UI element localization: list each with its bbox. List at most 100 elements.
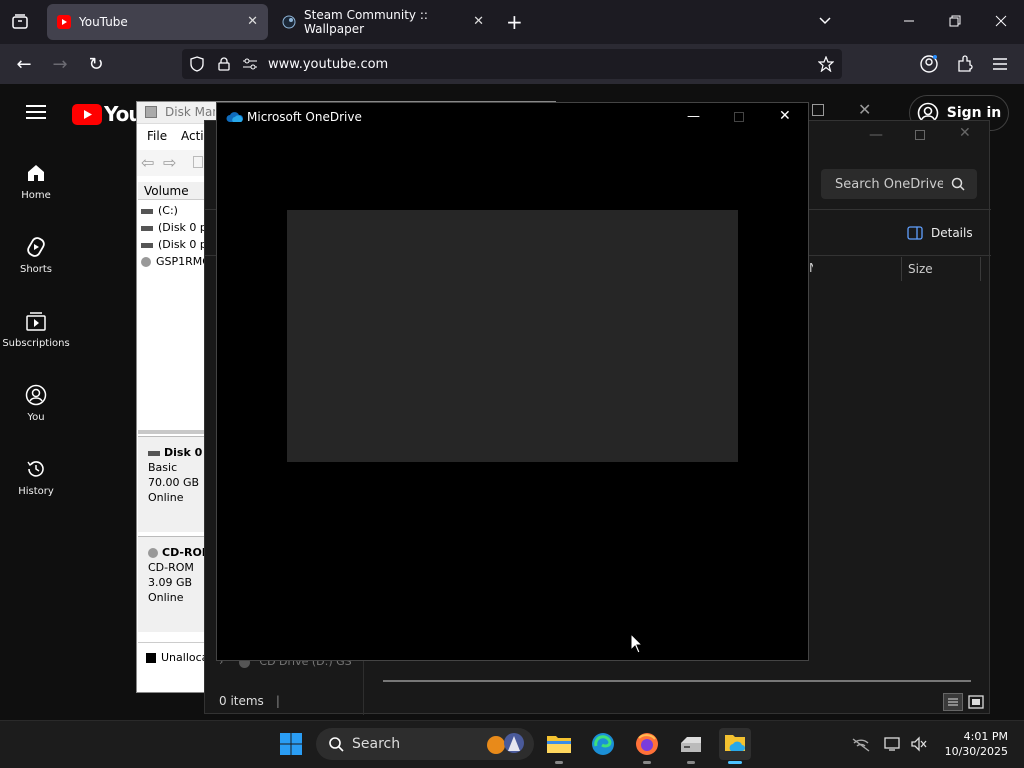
taskbar-disk-management[interactable]: [675, 728, 707, 764]
minimize-icon[interactable]: [902, 13, 916, 32]
network-disconnected-icon[interactable]: [852, 737, 870, 756]
tiles-view-icon[interactable]: [967, 693, 985, 711]
onedrive-window: Microsoft OneDrive — ✕: [216, 102, 809, 661]
disk-type: CD-ROM: [148, 561, 194, 574]
youtube-favicon-icon: [57, 15, 71, 29]
tab-youtube[interactable]: YouTube ✕: [47, 4, 268, 40]
onedrive-minimize-icon[interactable]: —: [687, 109, 700, 124]
you-icon: [25, 384, 47, 406]
taskbar-onedrive-setup[interactable]: [719, 728, 751, 764]
home-icon: [28, 165, 44, 181]
disk-mgmt-title: Disk Management: [165, 105, 215, 119]
sidebar-item-subscriptions[interactable]: Subscriptions: [0, 310, 72, 349]
new-tab-icon[interactable]: +: [506, 12, 523, 32]
sidebar-item-you[interactable]: You: [0, 384, 72, 423]
column-name[interactable]: Name: [809, 261, 813, 275]
details-pane-button[interactable]: Details: [907, 226, 973, 240]
volume-row[interactable]: (Disk 0 partition 4): [141, 236, 207, 253]
onedrive-maximize-icon: [734, 112, 744, 122]
disk-mgmt-close-icon[interactable]: ✕: [858, 100, 871, 119]
clock-date: 10/30/2025: [944, 745, 1008, 758]
start-button[interactable]: [275, 728, 307, 760]
search-label: Search: [352, 736, 401, 752]
forward-arrow-icon[interactable]: ⇨: [163, 153, 176, 172]
disk-management-icon: [681, 737, 701, 752]
drive-icon: [141, 208, 153, 214]
disk-0-label[interactable]: Disk 0 Basic 70.00 GB Online: [138, 436, 206, 532]
folder-icon: [547, 736, 571, 753]
browser-tab-bar: YouTube ✕ Steam Community :: Wallpaper ✕…: [0, 0, 1024, 44]
onedrive-close-icon[interactable]: ✕: [779, 108, 791, 124]
subscriptions-icon: [26, 312, 46, 331]
onedrive-cloud-icon: [226, 112, 244, 122]
shorts-icon: [27, 237, 45, 257]
close-tab-icon[interactable]: ✕: [473, 14, 484, 29]
details-pane-icon: [907, 226, 923, 240]
nav-pane-divider: [363, 661, 364, 715]
explorer-maximize-icon[interactable]: [915, 130, 925, 140]
search-icon: [951, 177, 965, 191]
back-arrow-icon[interactable]: ⇦: [141, 153, 154, 172]
taskbar-edge[interactable]: [587, 728, 619, 760]
taskbar-firefox[interactable]: [631, 728, 663, 764]
sidebar-item-shorts[interactable]: Shorts: [0, 236, 72, 275]
account-icon[interactable]: [920, 55, 938, 77]
explorer-search-box[interactable]: Search OneDrive: [821, 169, 977, 199]
tab-list-icon[interactable]: [10, 12, 30, 32]
url-bar[interactable]: www.youtube.com: [182, 49, 842, 79]
close-window-icon[interactable]: [994, 13, 1008, 32]
onedrive-titlebar[interactable]: Microsoft OneDrive — ✕: [217, 103, 808, 131]
cdrom-0-label[interactable]: CD-ROM 0 CD-ROM 3.09 GB Online: [138, 536, 206, 632]
column-volume[interactable]: Volume: [138, 182, 208, 200]
volume-muted-icon[interactable]: [910, 736, 928, 756]
pane-splitter[interactable]: [138, 430, 208, 434]
volume-row[interactable]: (C:): [141, 202, 207, 219]
column-size-label: Size: [908, 262, 933, 276]
sidebar-item-label: Home: [21, 190, 51, 201]
reload-icon[interactable]: ↻: [84, 52, 108, 76]
list-all-tabs-icon[interactable]: [818, 13, 832, 32]
menu-action[interactable]: Action: [181, 129, 205, 143]
search-highlight-icon: [484, 731, 530, 757]
system-clock[interactable]: 4:01 PM 10/30/2025: [940, 729, 1008, 759]
menu-file[interactable]: File: [147, 129, 167, 143]
explorer-close-icon[interactable]: ✕: [959, 125, 971, 141]
volume-row[interactable]: GSP1RMCENXFRER_EN_DVD: [141, 253, 207, 270]
properties-icon[interactable]: [193, 156, 203, 168]
taskbar-file-explorer[interactable]: [543, 728, 575, 764]
running-indicator: [643, 761, 651, 764]
tab-steam[interactable]: Steam Community :: Wallpaper ✕: [272, 4, 494, 40]
forward-icon[interactable]: →: [48, 52, 72, 76]
guide-menu-icon[interactable]: [26, 104, 46, 124]
column-size[interactable]: Size: [901, 257, 981, 281]
disk-size: 70.00 GB: [148, 476, 200, 489]
sidebar-item-history[interactable]: History: [0, 458, 72, 497]
edge-icon: [592, 733, 614, 755]
youtube-play-icon: [72, 103, 102, 125]
restore-icon[interactable]: [948, 13, 962, 32]
extensions-icon[interactable]: [956, 55, 974, 77]
sign-in-label: Sign in: [946, 105, 1002, 121]
horizontal-scrollbar[interactable]: [383, 680, 971, 682]
volume-name: (Disk 0 partition 4): [158, 238, 207, 251]
volume-row[interactable]: (Disk 0 partition 1): [141, 219, 207, 236]
permissions-icon[interactable]: [242, 58, 258, 70]
menu-hamburger-icon[interactable]: [992, 56, 1008, 75]
details-label: Details: [931, 226, 973, 240]
disk-status: Online: [148, 491, 184, 504]
explorer-minimize-icon[interactable]: —: [869, 127, 883, 143]
sidebar-item-label: Shorts: [19, 264, 53, 275]
bookmark-star-icon[interactable]: [818, 56, 834, 72]
close-tab-icon[interactable]: ✕: [247, 14, 258, 29]
active-indicator: [728, 761, 742, 764]
display-icon[interactable]: [884, 736, 902, 756]
url-text[interactable]: www.youtube.com: [268, 57, 388, 72]
details-view-icon[interactable]: [943, 693, 963, 711]
lock-icon[interactable]: [218, 57, 232, 71]
status-count: 0 items: [219, 694, 264, 708]
back-icon[interactable]: ←: [12, 52, 36, 76]
disk-mgmt-maximize-icon[interactable]: [812, 104, 824, 116]
shield-icon[interactable]: [190, 56, 206, 72]
taskbar-search-box[interactable]: Search: [316, 728, 534, 760]
sidebar-item-home[interactable]: Home: [0, 162, 72, 201]
